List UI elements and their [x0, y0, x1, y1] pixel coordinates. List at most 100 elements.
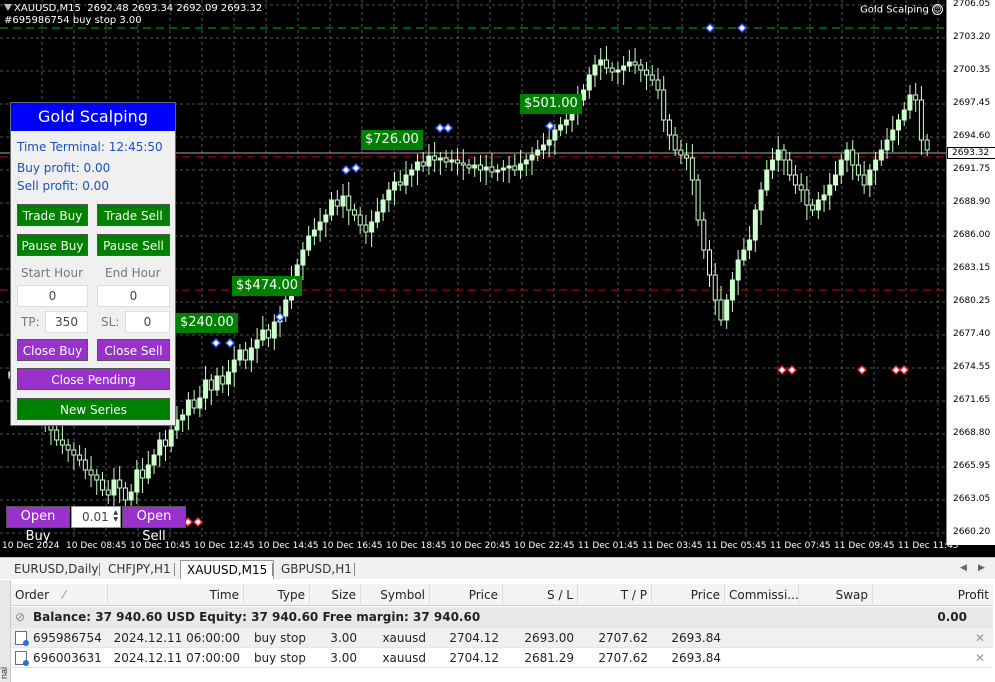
price-axis-label: 2683.15 [953, 263, 991, 273]
close-order-icon[interactable]: ✕ [975, 648, 985, 668]
buy-arrow-icon [544, 120, 556, 132]
col-size[interactable]: Size [310, 584, 361, 606]
candle-body [598, 59, 604, 66]
close-buy-button[interactable]: Close Buy [17, 339, 88, 361]
tab-scroll-right-icon[interactable]: ▶ [978, 562, 985, 573]
orders-header: Order ⁄ Time Type Size Symbol Price S / L… [11, 584, 993, 606]
chart-header: XAUUSD,M15 2692.48 2693.34 2692.09 2693.… [4, 3, 262, 27]
candle-body [329, 199, 335, 216]
end-hour-label: End Hour [105, 266, 161, 280]
time-axis-label: 11 Dec 11:45 [898, 541, 959, 551]
candle-body [867, 169, 873, 186]
col-tp[interactable]: T / P [578, 584, 652, 606]
candle-body [145, 464, 151, 479]
tab-eurusd-daily[interactable]: EURUSD,Daily [8, 560, 105, 579]
sort-icon: ⁄ [63, 588, 66, 602]
candle-body [729, 279, 735, 301]
order-row[interactable]: 695986754 2024.12.11 06:00:00 buy stop 3… [11, 628, 993, 648]
tab-scroll-left-icon[interactable]: ◀ [960, 562, 967, 573]
pending-order-icon [15, 631, 29, 646]
balance-row[interactable]: ⊘ Balance: 37 940.60 USD Equity: 37 940.… [11, 607, 993, 628]
candle-body [54, 429, 60, 441]
price-axis-label: 2688.90 [953, 197, 991, 207]
order-row[interactable]: 696003631 2024.12.11 07:00:00 buy stop 3… [11, 648, 993, 668]
price-axis-label: 2680.25 [953, 296, 991, 306]
candle-body [907, 94, 913, 111]
order-time: 2024.12.11 07:00:00 [113, 651, 240, 665]
col-sl[interactable]: S / L [503, 584, 578, 606]
price-axis-label: 2660.20 [953, 527, 991, 537]
col-swap[interactable]: Swap [799, 584, 873, 606]
candle-body [838, 159, 844, 176]
candle-body [380, 199, 386, 213]
lot-spinner-icon[interactable]: ▲ ▼ [113, 509, 118, 523]
buy-arrow-icon [442, 122, 454, 134]
time-axis-label: 11 Dec 07:45 [770, 541, 831, 551]
price-axis-label: 2700.35 [953, 65, 991, 75]
col-profit[interactable]: Profit [873, 584, 993, 606]
candle-body [901, 109, 907, 121]
symbol-dropdown-icon[interactable] [4, 4, 12, 12]
candle-body [111, 479, 117, 496]
candle-body [346, 195, 352, 211]
candle-body [397, 181, 403, 186]
candle-body [781, 149, 787, 161]
order-id: 695986754 [33, 631, 102, 645]
buy-profit: Buy profit: 0.00 [17, 161, 111, 175]
candle-body [460, 162, 466, 166]
candle-body [260, 329, 266, 341]
price-chart[interactable]: XAUUSD,M15 2692.48 2693.34 2692.09 2693.… [0, 0, 995, 557]
pause-sell-button[interactable]: Pause Sell [97, 234, 170, 256]
sell-arrow-icon [898, 364, 910, 376]
candle-body [644, 69, 650, 76]
tab-xauusd-m15[interactable]: XAUUSD,M15 [180, 560, 275, 579]
candle-body [581, 89, 587, 101]
candle-body [655, 79, 661, 91]
candle-body [340, 195, 346, 207]
candle-body [661, 89, 667, 121]
close-pending-button[interactable]: Close Pending [17, 368, 170, 390]
candle-body [483, 166, 489, 171]
open-buy-button[interactable]: Open Buy [6, 506, 70, 544]
new-series-button[interactable]: New Series [17, 398, 170, 420]
buy-arrow-icon [274, 311, 286, 323]
col-current-price[interactable]: Price [652, 584, 725, 606]
lot-size-input[interactable]: 0.01 ▲ ▼ [71, 506, 121, 528]
candle-body [523, 159, 529, 165]
time-axis-label: 10 Dec 18:45 [386, 541, 447, 551]
col-order-label: Order [15, 588, 50, 602]
pause-buy-button[interactable]: Pause Buy [17, 234, 88, 256]
candle-body [695, 179, 701, 221]
chart-order-line-label: #695986754 buy stop 3.00 [4, 15, 142, 26]
order-type: buy stop [253, 631, 306, 645]
col-time[interactable]: Time [108, 584, 244, 606]
trade-sell-button[interactable]: Trade Sell [97, 204, 170, 226]
expert-advisor-label[interactable]: Gold Scalping ☺ [860, 4, 943, 16]
candle-body [254, 339, 260, 349]
candle-body [775, 149, 781, 161]
tab-chfjpy-h1[interactable]: CHFJPY,H1 [102, 560, 177, 579]
profit-tag: $240.00 [176, 313, 238, 333]
candle-body [220, 375, 226, 385]
order-price: 2704.12 [449, 631, 499, 645]
candle-body [266, 329, 272, 339]
close-sell-button[interactable]: Close Sell [97, 339, 170, 361]
col-price[interactable]: Price [430, 584, 503, 606]
close-order-icon[interactable]: ✕ [975, 628, 985, 648]
col-symbol[interactable]: Symbol [361, 584, 430, 606]
tp-input[interactable]: 350 [45, 311, 88, 333]
profit-tag: $501.00 [520, 94, 582, 114]
candle-body [369, 221, 375, 233]
col-commission[interactable]: Commissi... [725, 584, 799, 606]
candle-body [638, 64, 644, 71]
open-sell-button[interactable]: Open Sell [122, 506, 186, 544]
col-order[interactable]: Order ⁄ [11, 584, 108, 606]
trade-buy-button[interactable]: Trade Buy [17, 204, 88, 226]
start-hour-input[interactable]: 0 [17, 285, 88, 307]
end-hour-input[interactable]: 0 [97, 285, 170, 307]
sl-input[interactable]: 0 [125, 311, 170, 333]
tab-gbpusd-h1[interactable]: GBPUSD,H1 [275, 560, 358, 579]
time-axis-label: 10 Dec 12:45 [194, 541, 255, 551]
candle-body [94, 474, 100, 481]
col-type[interactable]: Type [244, 584, 310, 606]
